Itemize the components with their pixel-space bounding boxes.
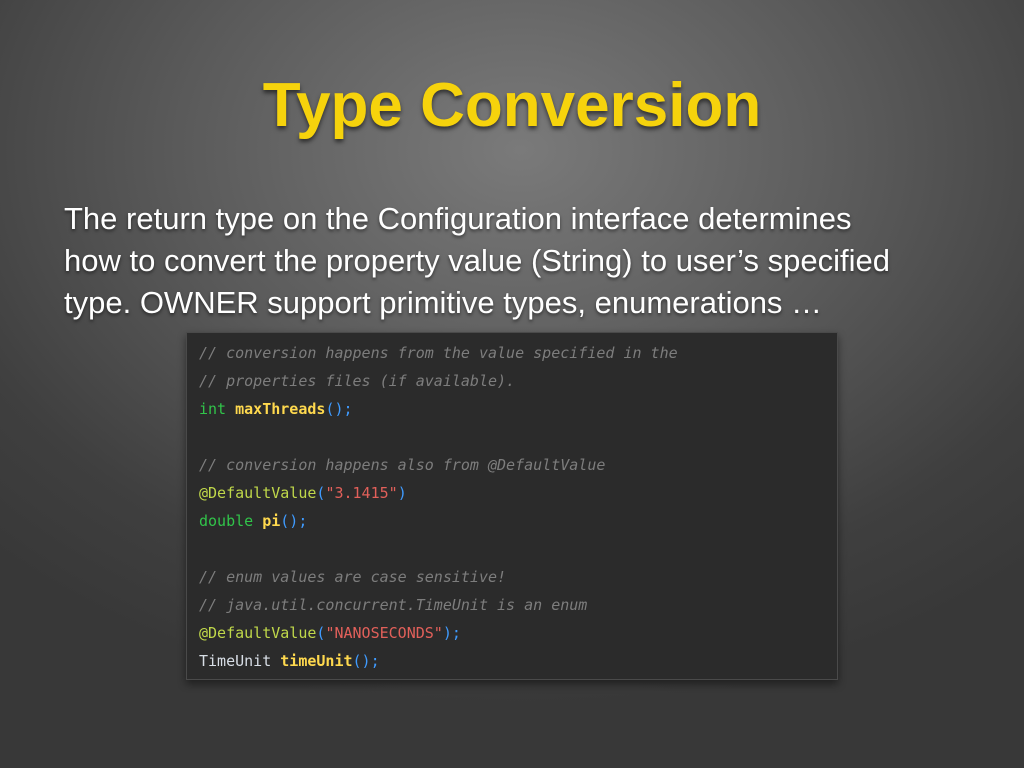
code-type-keyword: int <box>199 400 227 418</box>
slide-title: Type Conversion <box>262 71 762 140</box>
code-annotation: @DefaultValue <box>199 484 317 502</box>
code-method-name: timeUnit <box>280 652 353 670</box>
code-annotation: @DefaultValue <box>199 624 317 642</box>
code-comment: // properties files (if available). <box>199 372 516 390</box>
code-method-name: maxThreads <box>235 400 326 418</box>
code-punctuation: (); <box>325 400 353 418</box>
code-line-4-blank <box>199 423 837 451</box>
code-method-name: pi <box>262 512 281 530</box>
code-string: "NANOSECONDS" <box>325 624 443 642</box>
code-comment: // conversion happens from the value spe… <box>199 344 678 362</box>
code-comment: // java.util.concurrent.TimeUnit is an e… <box>199 596 588 614</box>
code-line-9: // enum values are case sensitive! <box>199 563 837 591</box>
body-line-3: type. OWNER support primitive types, enu… <box>64 285 823 320</box>
code-line-7: double pi(); <box>199 507 837 535</box>
code-punctuation: ) <box>397 484 407 502</box>
code-snippet-panel: // conversion happens from the value spe… <box>186 332 838 680</box>
code-line-11: @DefaultValue("NANOSECONDS"); <box>199 619 837 647</box>
code-line-10: // java.util.concurrent.TimeUnit is an e… <box>199 591 837 619</box>
code-comment: // enum values are case sensitive! <box>199 568 507 586</box>
code-string: "3.1415" <box>325 484 398 502</box>
code-line-6: @DefaultValue("3.1415") <box>199 479 837 507</box>
code-type-keyword: double <box>199 512 254 530</box>
slide-body-text: The return type on the Configuration int… <box>64 198 994 324</box>
code-type-name: TimeUnit <box>199 652 272 670</box>
code-line-3: int maxThreads(); <box>199 395 837 423</box>
code-line-12: TimeUnit timeUnit(); <box>199 647 837 675</box>
slide: Type Conversion The return type on the C… <box>0 0 1024 768</box>
code-line-8-blank <box>199 535 837 563</box>
body-line-2: how to convert the property value (Strin… <box>64 243 890 278</box>
code-line-1: // conversion happens from the value spe… <box>199 339 837 367</box>
code-punctuation: ); <box>442 624 461 642</box>
body-line-1: The return type on the Configuration int… <box>64 201 852 236</box>
code-line-5: // conversion happens also from @Default… <box>199 451 837 479</box>
code-punctuation: (); <box>352 652 380 670</box>
code-punctuation: (); <box>280 512 308 530</box>
code-line-2: // properties files (if available). <box>199 367 837 395</box>
code-comment: // conversion happens also from @Default… <box>199 456 606 474</box>
